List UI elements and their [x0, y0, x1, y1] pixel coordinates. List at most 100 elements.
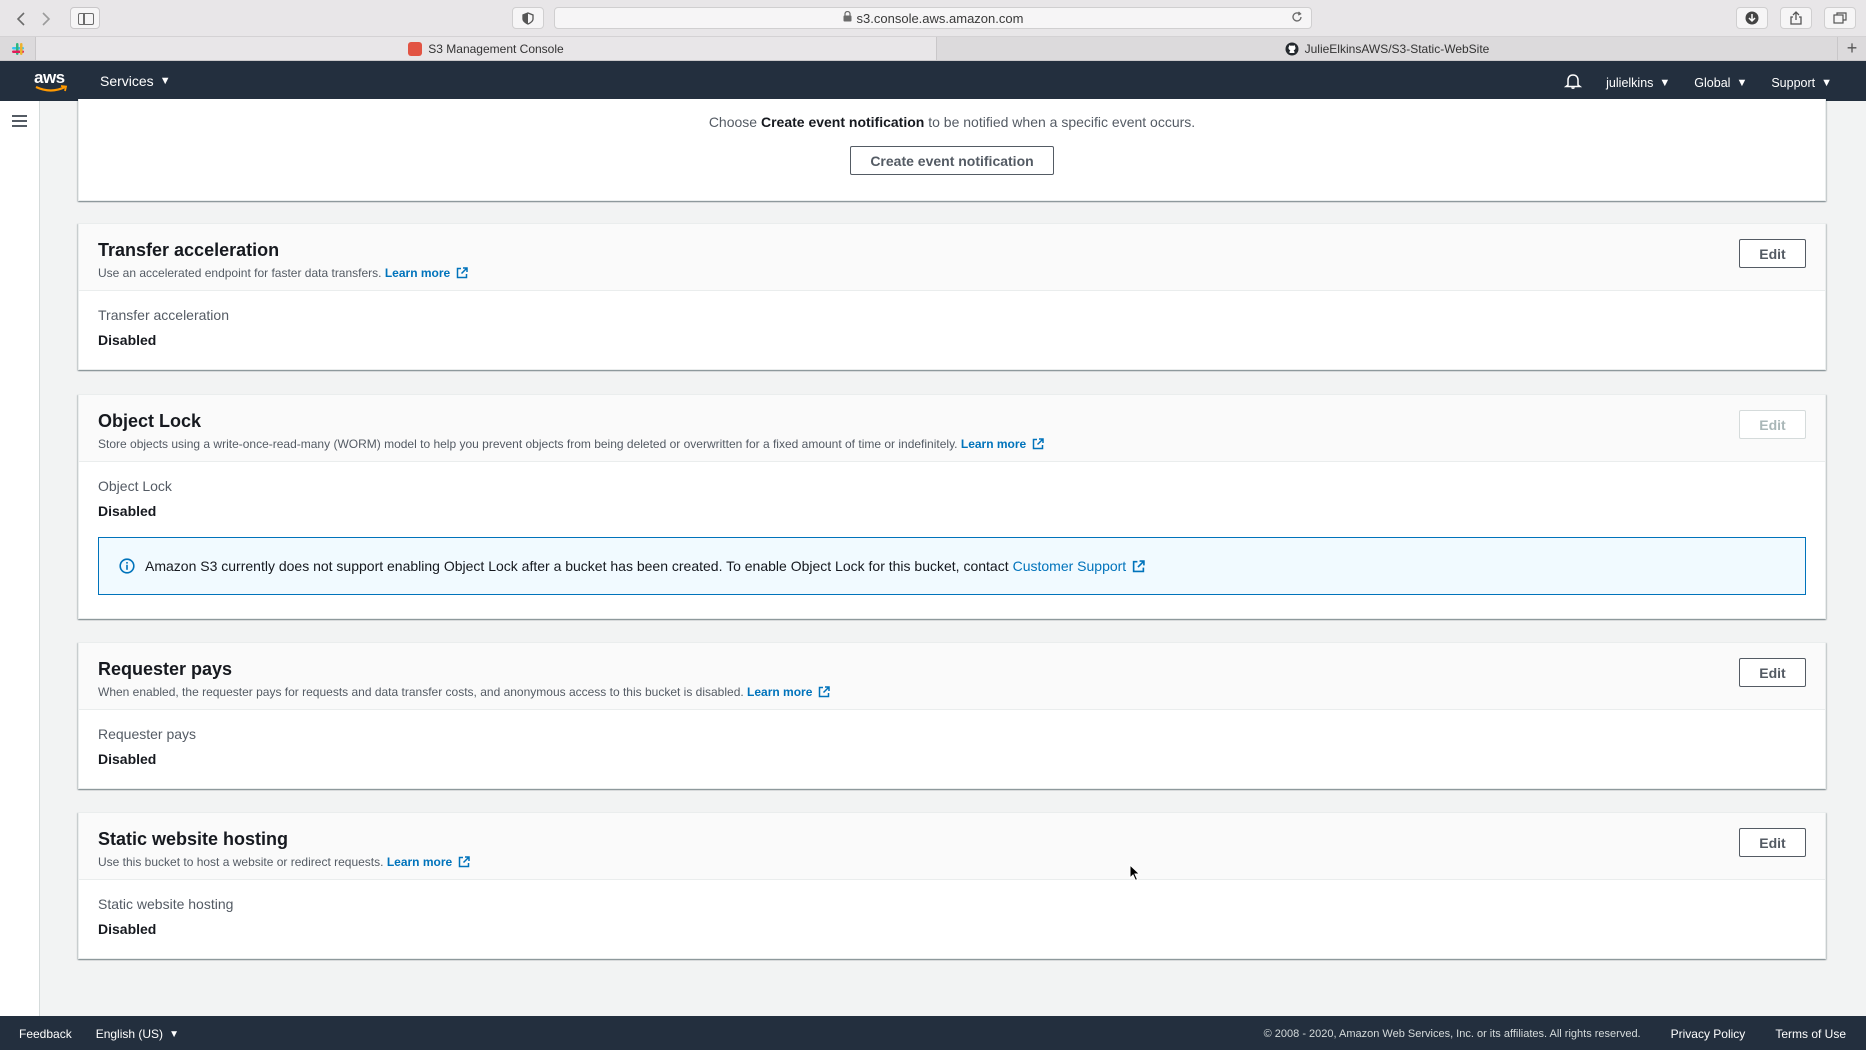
learn-more-link[interactable]: Learn more	[747, 685, 831, 699]
field-label: Requester pays	[98, 726, 197, 742]
new-tab-icon[interactable]: +	[1838, 37, 1866, 60]
learn-more-link[interactable]: Learn more	[387, 855, 470, 869]
caret-down-icon: ▼	[1736, 76, 1748, 89]
region-menu[interactable]: Global ▼	[1694, 76, 1747, 90]
language-label: English (US)	[95, 1027, 164, 1041]
external-link-icon	[456, 267, 468, 279]
footer-left: Feedback English (US) ▼	[19, 1027, 179, 1041]
services-label: Services	[100, 73, 154, 89]
edit-button-disabled: Edit	[1739, 410, 1806, 439]
panel-body: Object Lock Disabled	[79, 462, 1825, 519]
learn-more-label: Learn more	[747, 685, 813, 699]
panel-header: Transfer acceleration Use an accelerated…	[79, 224, 1825, 291]
panel-description: When enabled, the requester pays for req…	[98, 685, 1806, 699]
share-icon[interactable]	[1780, 7, 1812, 29]
caret-down-icon: ▼	[1659, 76, 1671, 89]
description-text: Use this bucket to host a website or red…	[98, 855, 384, 869]
customer-support-link[interactable]: Customer Support	[1013, 558, 1146, 574]
static-website-hosting-panel: Static website hosting Use this bucket t…	[78, 812, 1826, 959]
footer: Feedback English (US) ▼ © 2008 - 2020, A…	[0, 1016, 1866, 1050]
tabs-overview-icon[interactable]	[1824, 7, 1856, 29]
external-link-icon	[819, 686, 831, 698]
description-text: When enabled, the requester pays for req…	[98, 685, 744, 699]
copyright-text: © 2008 - 2020, Amazon Web Services, Inc.…	[1263, 1028, 1641, 1040]
customer-support-label: Customer Support	[1012, 558, 1127, 574]
external-link-icon	[458, 856, 470, 868]
footer-right: © 2008 - 2020, Amazon Web Services, Inc.…	[1264, 1027, 1846, 1041]
back-icon[interactable]	[8, 8, 33, 29]
downloads-icon[interactable]	[1736, 7, 1768, 29]
user-menu[interactable]: julielkins ▼	[1606, 76, 1670, 90]
alert-text: Amazon S3 currently does not support ena…	[145, 558, 1009, 574]
panel-body: Transfer acceleration Disabled	[79, 291, 1825, 364]
external-link-icon	[1133, 560, 1145, 573]
slack-icon[interactable]	[0, 37, 36, 61]
external-link-icon	[1032, 438, 1044, 450]
tab-github[interactable]: JulieElkinsAWS/S3-Static-WebSite	[937, 37, 1838, 60]
field-value: Disabled	[98, 332, 157, 348]
edit-button[interactable]: Edit	[1739, 239, 1806, 268]
aws-logo[interactable]: aws	[34, 68, 70, 94]
create-event-notification-button[interactable]: Create event notification	[850, 146, 1054, 175]
privacy-shield-icon[interactable]	[512, 7, 544, 29]
panel-description: Store objects using a write-once-read-ma…	[98, 437, 1806, 451]
event-text-prefix: Choose	[708, 114, 761, 130]
panel-body: Requester pays Disabled	[79, 710, 1825, 783]
header-right: julielkins ▼ Global ▼ Support ▼	[1563, 73, 1832, 92]
panel-header: Requester pays When enabled, the request…	[79, 643, 1825, 710]
field-value: Disabled	[98, 503, 157, 519]
browser-toolbar: s3.console.aws.amazon.com	[0, 0, 1866, 37]
description-text: Use an accelerated endpoint for faster d…	[98, 266, 382, 280]
event-text-bold: Create event notification	[760, 114, 925, 130]
field-value: Disabled	[98, 751, 157, 767]
lock-icon	[843, 10, 852, 25]
tab-bar: S3 Management Console JulieElkinsAWS/S3-…	[0, 37, 1866, 61]
requester-pays-panel: Requester pays When enabled, the request…	[78, 642, 1826, 789]
user-label: julielkins	[1606, 75, 1654, 90]
privacy-policy-link[interactable]: Privacy Policy	[1671, 1027, 1746, 1041]
panel-title: Object Lock	[98, 411, 202, 431]
feedback-link[interactable]: Feedback	[19, 1027, 72, 1041]
panel-title: Transfer acceleration	[98, 240, 280, 260]
info-icon	[119, 558, 135, 574]
learn-more-link[interactable]: Learn more	[385, 266, 468, 280]
url-text: s3.console.aws.amazon.com	[856, 10, 1024, 26]
reload-icon[interactable]	[1291, 10, 1303, 26]
language-selector[interactable]: English (US) ▼	[96, 1027, 179, 1041]
support-menu[interactable]: Support ▼	[1771, 76, 1832, 90]
panel-body: Static website hosting Disabled	[79, 880, 1825, 953]
panel-header: Static website hosting Use this bucket t…	[79, 813, 1825, 880]
bell-icon[interactable]	[1563, 73, 1583, 92]
transfer-acceleration-panel: Transfer acceleration Use an accelerated…	[78, 223, 1826, 370]
sidebar-toggle-icon[interactable]	[70, 7, 100, 29]
learn-more-label: Learn more	[384, 266, 451, 280]
event-notifications-panel: Choose Create event notification to be n…	[78, 99, 1826, 201]
panel-description: Use an accelerated endpoint for faster d…	[98, 266, 1806, 280]
field-label: Transfer acceleration	[98, 307, 229, 323]
aws-header: aws Services ▼ julielkins ▼ Global ▼ Sup…	[0, 61, 1866, 101]
learn-more-link[interactable]: Learn more	[961, 437, 1044, 451]
hamburger-menu-icon[interactable]	[12, 115, 27, 127]
object-lock-info-alert: Amazon S3 currently does not support ena…	[98, 537, 1806, 595]
forward-icon[interactable]	[33, 8, 58, 29]
panel-header: Object Lock Store objects using a write-…	[79, 395, 1825, 462]
edit-button[interactable]: Edit	[1739, 828, 1806, 857]
services-menu[interactable]: Services ▼	[100, 73, 171, 89]
description-text: Store objects using a write-once-read-ma…	[98, 437, 958, 451]
event-notification-text: Choose Create event notification to be n…	[79, 114, 1825, 130]
panel-description: Use this bucket to host a website or red…	[98, 855, 1806, 869]
nav-buttons	[8, 8, 58, 29]
tab-label: S3 Management Console	[428, 41, 564, 56]
terms-of-use-link[interactable]: Terms of Use	[1775, 1027, 1846, 1041]
browser-right-buttons	[1736, 7, 1856, 29]
tab-s3-console[interactable]: S3 Management Console	[36, 37, 937, 60]
mouse-cursor-icon	[1129, 864, 1141, 882]
address-bar[interactable]: s3.console.aws.amazon.com	[554, 7, 1312, 29]
github-favicon-icon	[1285, 42, 1299, 56]
object-lock-panel: Object Lock Store objects using a write-…	[78, 394, 1826, 619]
region-label: Global	[1694, 75, 1731, 90]
aws-smile-icon	[35, 85, 68, 92]
panel-title: Requester pays	[98, 659, 233, 679]
edit-button[interactable]: Edit	[1739, 658, 1806, 687]
learn-more-label: Learn more	[386, 855, 453, 869]
